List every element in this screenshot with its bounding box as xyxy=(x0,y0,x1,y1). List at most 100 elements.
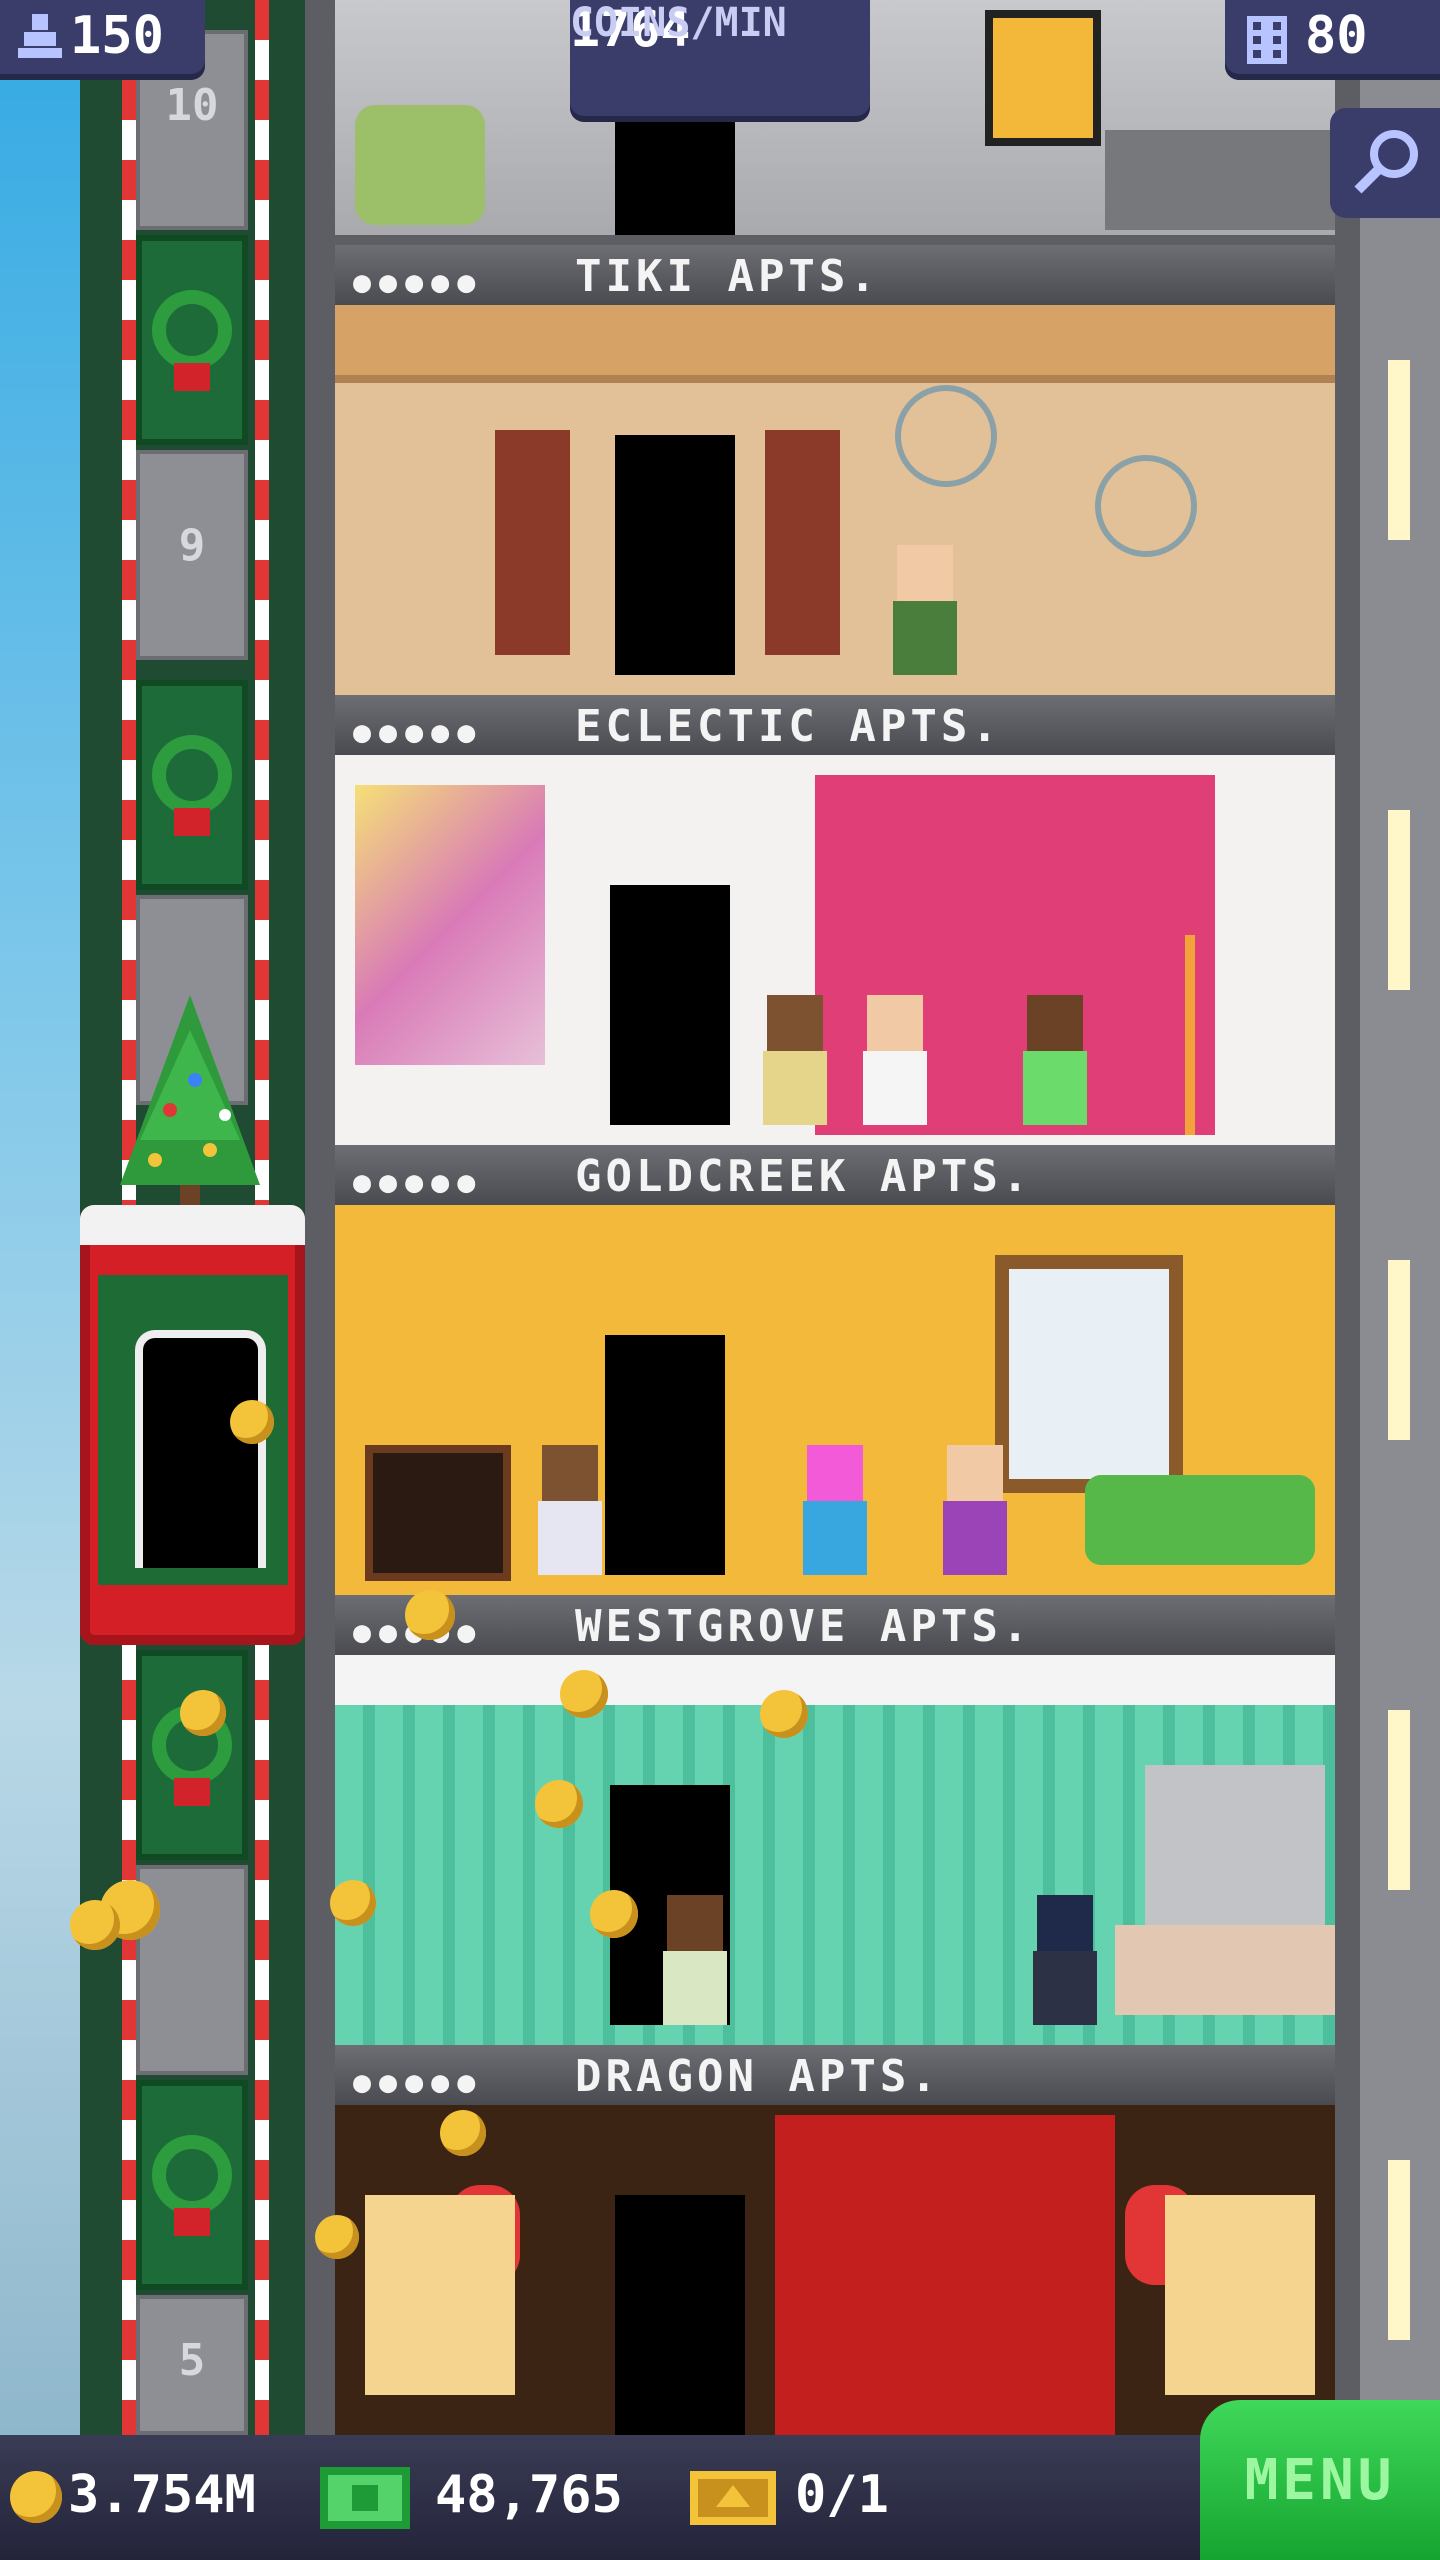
tower-edge xyxy=(1360,0,1440,2435)
floor-name: WESTGROVE APTS. xyxy=(575,1601,1033,1652)
resident[interactable] xyxy=(1025,1895,1105,2025)
floors-panel[interactable]: 80 xyxy=(1225,0,1440,80)
coin-particle xyxy=(760,1690,808,1738)
room xyxy=(335,305,1335,695)
elevator-car-snow xyxy=(80,1205,305,1245)
resident-body xyxy=(943,1501,1007,1575)
floor-number: 10 xyxy=(165,80,219,131)
search-button[interactable] xyxy=(1330,108,1440,218)
ceiling-strip xyxy=(335,1655,1335,1705)
floor-label-bar: ●●●●● WESTGROVE APTS. xyxy=(335,1595,1335,1655)
resident-head xyxy=(897,545,953,601)
bird-cage xyxy=(895,385,997,487)
floor-westgrove[interactable]: ●●●●● WESTGROVE APTS. xyxy=(335,1595,1335,2045)
person-icon xyxy=(18,14,62,58)
population-panel[interactable]: 150 xyxy=(0,0,205,80)
coin-particle xyxy=(560,1670,608,1718)
doorway xyxy=(610,885,730,1125)
window-light xyxy=(1388,810,1410,990)
resident-head xyxy=(667,1895,723,1951)
bow-icon xyxy=(174,2208,210,2236)
resident-body xyxy=(663,1951,727,2025)
floor-goldcreek[interactable]: ●●●●● GOLDCREEK APTS. xyxy=(335,1145,1335,1595)
television xyxy=(365,1445,511,1581)
coin-particle xyxy=(535,1780,583,1828)
menu-button[interactable]: MENU xyxy=(1200,2400,1440,2560)
window-light xyxy=(1388,1710,1410,1890)
floor-number: 5 xyxy=(178,2335,206,2386)
resident[interactable] xyxy=(885,545,965,675)
doorway xyxy=(605,1335,725,1575)
doorway xyxy=(615,435,735,675)
floor-label-bar: ●●●●● ECLECTIC APTS. xyxy=(335,695,1335,755)
resident[interactable] xyxy=(1015,995,1095,1125)
floor-name: GOLDCREEK APTS. xyxy=(575,1151,1033,1202)
coin-particle xyxy=(70,1900,120,1950)
coin-particle xyxy=(315,2215,359,2259)
doorway xyxy=(615,110,735,235)
coin-particle xyxy=(405,1590,455,1640)
resident-body xyxy=(1023,1051,1087,1125)
resident-head xyxy=(867,995,923,1051)
building-icon xyxy=(1247,16,1287,64)
bow-icon xyxy=(174,808,210,836)
coin-particle xyxy=(230,1400,274,1444)
population-count: 150 xyxy=(70,6,164,66)
resident[interactable] xyxy=(655,1895,735,2025)
kitchen-counter xyxy=(1105,130,1335,230)
resident-head xyxy=(1037,1895,1093,1951)
magnifier-icon xyxy=(1352,126,1422,196)
window xyxy=(995,1255,1183,1493)
floor-label-bar: ●●●●● GOLDCREEK APTS. xyxy=(335,1145,1335,1205)
resident-body xyxy=(893,601,957,675)
resident-body xyxy=(803,1501,867,1575)
sky-background xyxy=(0,0,80,2435)
bird-cage xyxy=(1095,455,1197,557)
elevator-floor-5: 5 xyxy=(136,2295,248,2435)
elevator-door xyxy=(136,680,248,890)
resident[interactable] xyxy=(530,1445,610,1575)
floor-label-bar: ●●●●● TIKI APTS. xyxy=(335,245,1335,305)
resident-body xyxy=(863,1051,927,1125)
elevator-car-doorway xyxy=(135,1330,266,1568)
cash-icon[interactable] xyxy=(320,2467,410,2529)
ticket-icon[interactable] xyxy=(690,2471,776,2525)
bow-icon xyxy=(174,363,210,391)
elevator-floor-9: 9 xyxy=(136,450,248,660)
residents-indicator: ●●●●● xyxy=(353,715,484,750)
resident-head xyxy=(1027,995,1083,1051)
resident-body xyxy=(763,1051,827,1125)
room xyxy=(335,755,1335,1145)
refrigerator xyxy=(1145,1765,1325,1925)
floor-eclectic[interactable]: ●●●●● ECLECTIC APTS. xyxy=(335,695,1335,1145)
sofa xyxy=(1085,1475,1315,1565)
abstract-painting xyxy=(355,785,545,1065)
coin-particle xyxy=(440,2110,486,2156)
floor-dragon[interactable]: ●●●●● DRAGON APTS. xyxy=(335,2045,1335,2435)
armchair-icon xyxy=(355,105,485,225)
resident-head xyxy=(807,1445,863,1501)
floors-count: 80 xyxy=(1305,6,1368,66)
floor-lamp xyxy=(1185,935,1195,1135)
residents-indicator: ●●●●● xyxy=(353,1165,484,1200)
resident[interactable] xyxy=(755,995,835,1125)
coin-particle xyxy=(590,1890,638,1938)
room xyxy=(335,2105,1335,2435)
residents-indicator: ●●●●● xyxy=(353,2065,484,2100)
elevator-shaft[interactable]: 10 9 5 xyxy=(80,0,305,2435)
coin-count: 3.754M xyxy=(68,2465,256,2525)
elevator-door xyxy=(136,235,248,445)
coins-per-min-label: COINS/MIN xyxy=(570,0,787,46)
resident[interactable] xyxy=(855,995,935,1125)
coin-icon xyxy=(10,2471,62,2523)
residents-indicator: ●●●●● xyxy=(353,265,484,300)
floor-name: ECLECTIC APTS. xyxy=(575,701,1002,752)
floor-name: TIKI APTS. xyxy=(575,251,880,302)
resident[interactable] xyxy=(935,1445,1015,1575)
bux-count: 48,765 xyxy=(435,2465,623,2525)
wreath-icon xyxy=(152,290,232,370)
elevator-door xyxy=(136,1650,248,1860)
resident-body xyxy=(1033,1951,1097,2025)
floor-tiki[interactable]: ●●●●● TIKI APTS. xyxy=(335,245,1335,695)
resident[interactable] xyxy=(795,1445,875,1575)
